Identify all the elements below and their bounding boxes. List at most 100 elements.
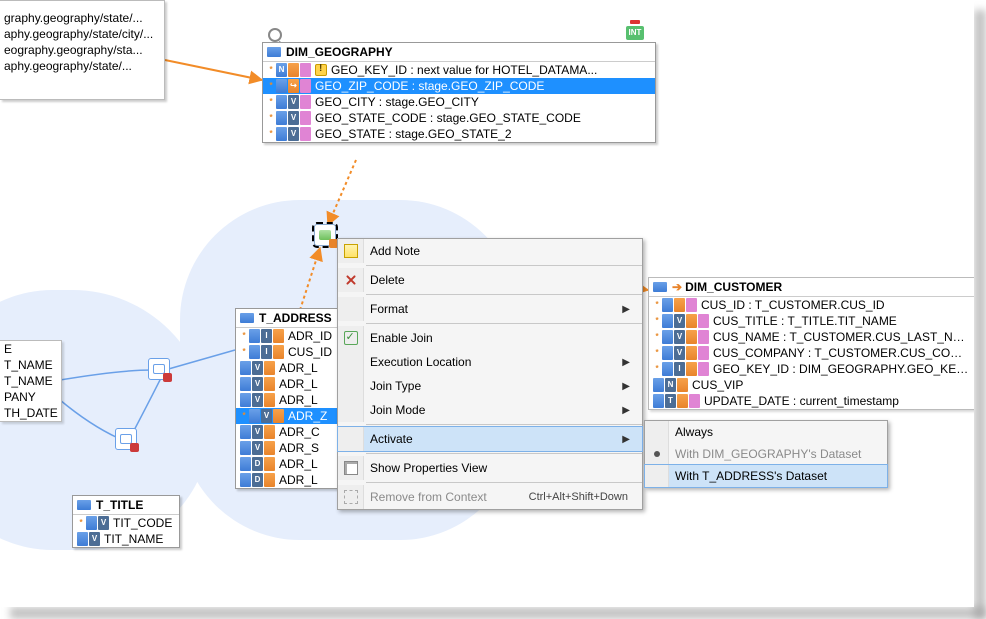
- dim-customer-row[interactable]: *VCUS_COMPANY : T_CUSTOMER.CUS_COMPA: [649, 345, 974, 361]
- column-label: GEO_ZIP_CODE : stage.GEO_ZIP_CODE: [315, 79, 544, 93]
- menu-item-show-properties-view[interactable]: Show Properties View: [338, 456, 642, 480]
- entity-dim-geography[interactable]: DIM_GEOGRAPHY *NGEO_KEY_ID : next value …: [262, 42, 656, 143]
- column-label: CUS_ID: [288, 345, 332, 359]
- dim-geography-row[interactable]: *NGEO_KEY_ID : next value for HOTEL_DATA…: [263, 62, 655, 78]
- t-title-row[interactable]: *VTIT_CODE: [73, 515, 179, 531]
- dim-customer-row[interactable]: *VCUS_NAME : T_CUSTOMER.CUS_LAST_NAME: [649, 329, 974, 345]
- join-node-small[interactable]: [115, 428, 137, 450]
- submenu-item-with-t-address-s-dataset[interactable]: With T_ADDRESS's Dataset: [645, 465, 887, 487]
- column-label: CUS_VIP: [692, 378, 743, 392]
- submenu-arrow-icon: ▶: [622, 381, 630, 392]
- diagram-canvas[interactable]: graphy.geography/state/...aphy.geography…: [0, 0, 974, 607]
- radio-dot-icon: [654, 451, 660, 457]
- fragment-text: aphy.geography/state/city/...: [4, 27, 153, 41]
- column-label: GEO_STATE_CODE : stage.GEO_STATE_CODE: [315, 111, 581, 125]
- menu-item-activate[interactable]: Activate▶: [338, 427, 642, 451]
- column-label: CUS_NAME : T_CUSTOMER.CUS_LAST_NAME: [713, 330, 970, 344]
- dim-geography-row[interactable]: *↪GEO_ZIP_CODE : stage.GEO_ZIP_CODE: [263, 78, 655, 94]
- column-label: CUS_ID : T_CUSTOMER.CUS_ID: [701, 298, 885, 312]
- t-address-row[interactable]: VADR_C: [236, 424, 349, 440]
- table-icon: [77, 500, 91, 510]
- menu-label: Show Properties View: [370, 461, 634, 475]
- menu-item-add-note[interactable]: Add Note: [338, 239, 642, 263]
- column-label: ADR_L: [279, 377, 318, 391]
- submenu-arrow-icon: ▶: [622, 405, 630, 416]
- fragment-row: PANY: [0, 389, 61, 405]
- fragment-row: T_NAME: [0, 357, 61, 373]
- t-address-row[interactable]: DADR_L: [236, 472, 349, 488]
- t-address-row[interactable]: VADR_S: [236, 440, 349, 456]
- column-label: ADR_L: [279, 393, 318, 407]
- menu-label: Activate: [370, 432, 622, 446]
- table-icon: [267, 47, 281, 57]
- submenu-item-always[interactable]: Always: [645, 421, 887, 443]
- entity-header[interactable]: DIM_GEOGRAPHY: [263, 43, 655, 62]
- column-label: CUS_COMPANY : T_CUSTOMER.CUS_COMPA: [713, 346, 970, 360]
- column-label: TIT_NAME: [104, 532, 163, 546]
- entity-header[interactable]: T_ADDRESS: [236, 309, 349, 328]
- column-label: ADR_S: [279, 441, 319, 455]
- column-label: ADR_L: [279, 361, 318, 375]
- t-address-row[interactable]: *ICUS_ID: [236, 344, 349, 360]
- submenu-label: Always: [675, 425, 713, 439]
- fragment-row: E: [0, 341, 61, 357]
- t-address-row[interactable]: DADR_L: [236, 456, 349, 472]
- submenu-label: With DIM_GEOGRAPHY's Dataset: [675, 447, 861, 461]
- menu-label: Delete: [370, 273, 634, 287]
- prop-icon: [344, 461, 358, 475]
- menu-item-delete[interactable]: Delete: [338, 268, 642, 292]
- rem-icon: [344, 490, 358, 504]
- table-icon: [653, 282, 667, 292]
- submenu-arrow-icon: ▶: [622, 357, 630, 368]
- entity-title: T_ADDRESS: [259, 311, 332, 325]
- fragment-text: eography.geography/sta...: [4, 43, 143, 57]
- menu-item-join-type[interactable]: Join Type▶: [338, 374, 642, 398]
- t-address-row[interactable]: *VADR_Z: [236, 408, 349, 424]
- column-label: TIT_CODE: [113, 516, 172, 530]
- fragment-row: T_NAME: [0, 373, 61, 389]
- t-title-row[interactable]: VTIT_NAME: [73, 531, 179, 547]
- column-label: ADR_ID: [288, 329, 332, 343]
- dim-geography-row[interactable]: *VGEO_STATE : stage.GEO_STATE_2: [263, 126, 655, 142]
- column-label: GEO_CITY : stage.GEO_CITY: [315, 95, 479, 109]
- menu-item-format[interactable]: Format▶: [338, 297, 642, 321]
- dim-customer-row[interactable]: NCUS_VIP: [649, 377, 974, 393]
- menu-item-enable-join[interactable]: Enable Join: [338, 326, 642, 350]
- t-address-row[interactable]: *IADR_ID: [236, 328, 349, 344]
- dim-geography-row[interactable]: *VGEO_CITY : stage.GEO_CITY: [263, 94, 655, 110]
- join-node-small[interactable]: [148, 358, 170, 380]
- t-address-row[interactable]: VADR_L: [236, 360, 349, 376]
- column-label: ADR_L: [279, 457, 318, 471]
- entity-header[interactable]: ➔ DIM_CUSTOMER: [649, 278, 974, 297]
- warn-icon: [315, 64, 327, 76]
- dim-customer-row[interactable]: TUPDATE_DATE : current_timestamp: [649, 393, 974, 409]
- dim-customer-row[interactable]: *CUS_ID : T_CUSTOMER.CUS_ID: [649, 297, 974, 313]
- entity-t-address[interactable]: T_ADDRESS *IADR_ID*ICUS_IDVADR_LVADR_LVA…: [235, 308, 350, 489]
- menu-item-remove-from-context: Remove from ContextCtrl+Alt+Shift+Down: [338, 485, 642, 509]
- magnify-icon: [268, 28, 282, 42]
- column-label: ADR_Z: [288, 409, 327, 423]
- dim-customer-row[interactable]: *VCUS_TITLE : T_TITLE.TIT_NAME: [649, 313, 974, 329]
- fragment-row: TH_DATE: [0, 405, 61, 421]
- entity-dim-customer[interactable]: ➔ DIM_CUSTOMER *CUS_ID : T_CUSTOMER.CUS_…: [648, 277, 974, 410]
- dim-customer-row[interactable]: *IGEO_KEY_ID : DIM_GEOGRAPHY.GEO_KEY_ID: [649, 361, 974, 377]
- join-node[interactable]: [314, 224, 336, 246]
- context-menu: Add Note Delete Format▶ Enable JoinExecutio…: [337, 238, 643, 510]
- column-label: GEO_KEY_ID : DIM_GEOGRAPHY.GEO_KEY_ID: [713, 362, 970, 376]
- table-icon: [240, 313, 254, 323]
- menu-item-join-mode[interactable]: Join Mode▶: [338, 398, 642, 422]
- check-icon: [344, 331, 358, 345]
- column-label: UPDATE_DATE : current_timestamp: [704, 394, 899, 408]
- submenu-arrow-icon: ▶: [622, 434, 630, 445]
- submenu-item-with-dim-geography-s-dataset: With DIM_GEOGRAPHY's Dataset: [645, 443, 887, 465]
- entity-header[interactable]: T_TITLE: [73, 496, 179, 515]
- dim-geography-row[interactable]: *VGEO_STATE_CODE : stage.GEO_STATE_CODE: [263, 110, 655, 126]
- submenu-activate: Always With DIM_GEOGRAPHY's Dataset With T…: [644, 420, 888, 488]
- t-address-row[interactable]: VADR_L: [236, 392, 349, 408]
- menu-item-execution-location[interactable]: Execution Location▶: [338, 350, 642, 374]
- fragment-panel-top-left: graphy.geography/state/...aphy.geography…: [0, 0, 165, 100]
- entity-title: DIM_GEOGRAPHY: [286, 45, 393, 59]
- t-address-row[interactable]: VADR_L: [236, 376, 349, 392]
- entity-t-title[interactable]: T_TITLE *VTIT_CODEVTIT_NAME: [72, 495, 180, 548]
- column-label: ADR_C: [279, 425, 320, 439]
